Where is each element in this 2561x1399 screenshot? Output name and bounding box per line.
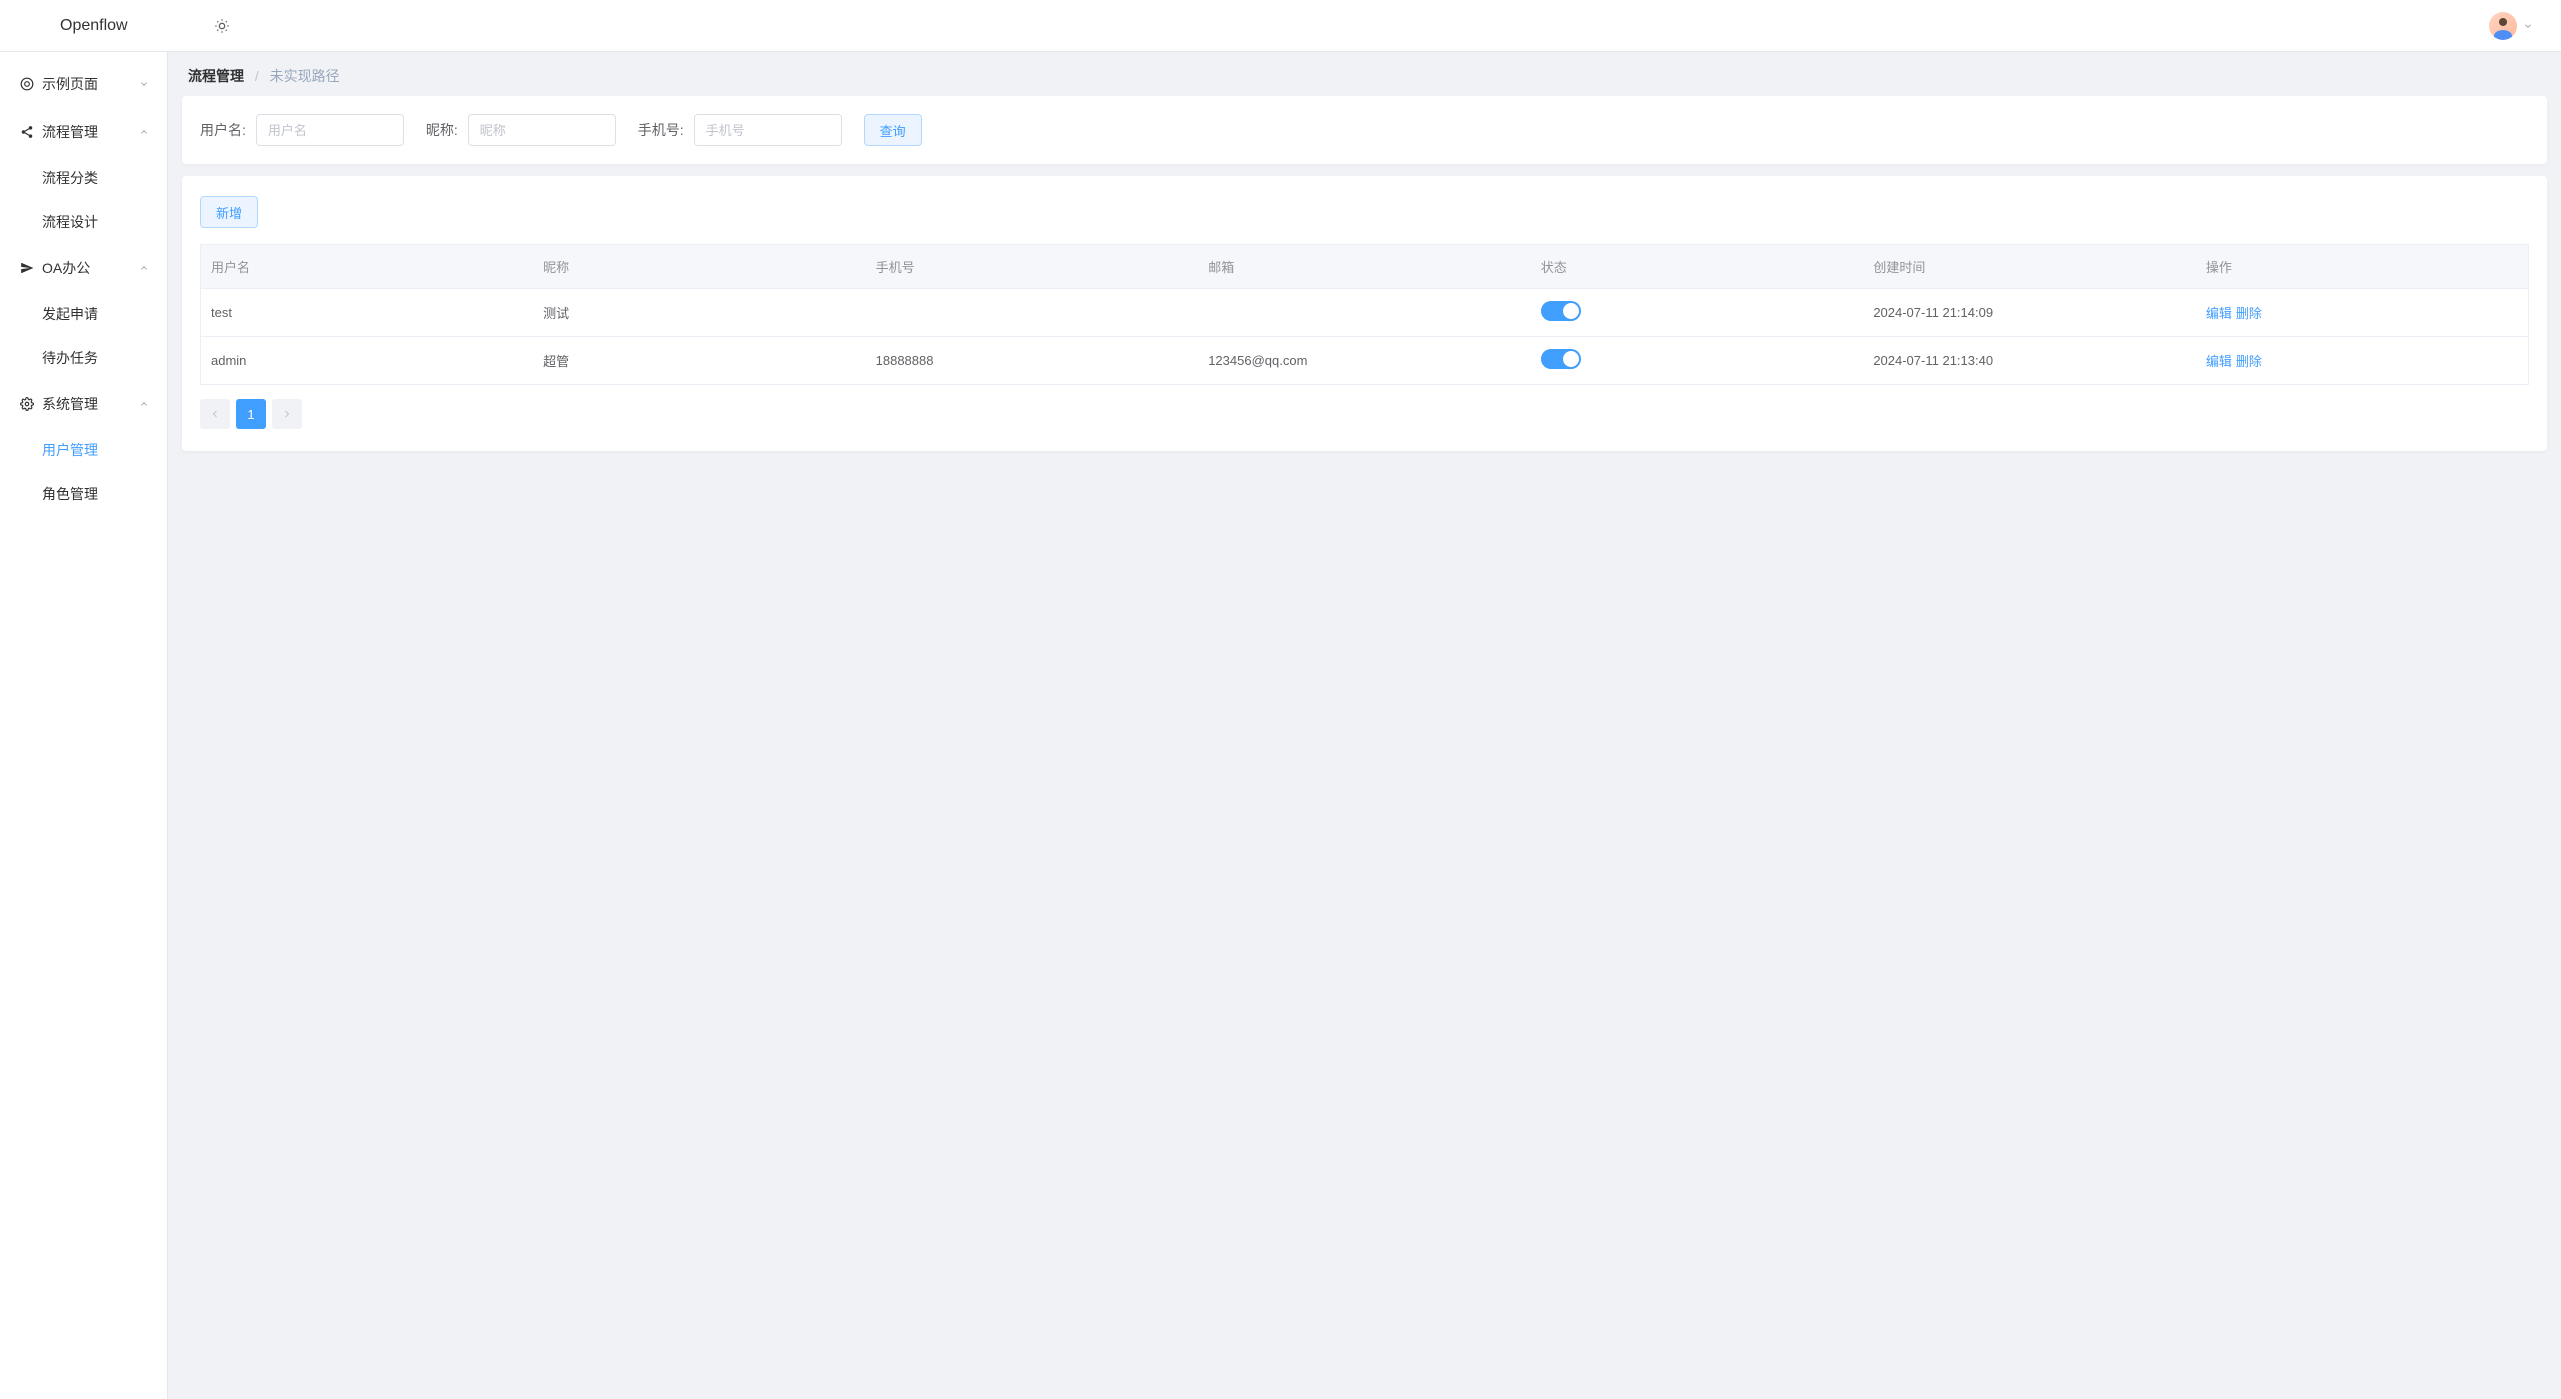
theme-toggle-button[interactable] xyxy=(208,12,236,40)
nickname-input[interactable] xyxy=(468,114,616,146)
cell-status xyxy=(1531,289,1864,337)
username-label: 用户名: xyxy=(200,120,246,140)
page-next-button[interactable] xyxy=(272,399,302,429)
col-phone: 手机号 xyxy=(866,245,1199,289)
nickname-label: 昵称: xyxy=(426,120,458,140)
table-panel: 新增 用户名 昵称 手机号 邮箱 状态 创建时间 操作 xyxy=(182,176,2547,451)
breadcrumb-separator: / xyxy=(255,68,259,84)
sidebar-item-label: 流程设计 xyxy=(42,212,98,232)
cell-status xyxy=(1531,337,1864,385)
cell-nickname: 测试 xyxy=(533,289,866,337)
form-item-nickname: 昵称: xyxy=(426,114,616,146)
sidebar-item-oa[interactable]: OA办公 xyxy=(0,244,167,292)
cell-actions: 编辑删除 xyxy=(2196,289,2529,337)
chevron-up-icon xyxy=(139,263,149,273)
cell-nickname: 超管 xyxy=(533,337,866,385)
breadcrumb: 流程管理 / 未实现路径 xyxy=(168,52,2561,96)
page-prev-button[interactable] xyxy=(200,399,230,429)
cell-phone xyxy=(866,289,1199,337)
col-status: 状态 xyxy=(1531,245,1864,289)
add-button[interactable]: 新增 xyxy=(200,196,258,228)
search-panel: 用户名: 昵称: 手机号: 查询 xyxy=(182,96,2547,164)
username-input[interactable] xyxy=(256,114,404,146)
sidebar-item-label: 示例页面 xyxy=(42,74,98,94)
table-row: admin超管18888888123456@qq.com 2024-07-11 2… xyxy=(201,337,2529,385)
col-nickname: 昵称 xyxy=(533,245,866,289)
col-actions: 操作 xyxy=(2196,245,2529,289)
sidebar-subitem-process-design[interactable]: 流程设计 xyxy=(0,200,167,244)
delete-button[interactable]: 删除 xyxy=(2236,306,2262,321)
sidebar-subitem-todo[interactable]: 待办任务 xyxy=(0,336,167,380)
pagination: 1 xyxy=(200,399,2529,429)
sidebar-subitem-process-category[interactable]: 流程分类 xyxy=(0,156,167,200)
avatar xyxy=(2489,12,2517,40)
cell-created: 2024-07-11 21:13:40 xyxy=(1863,337,2196,385)
form-item-username: 用户名: xyxy=(200,114,404,146)
share-icon xyxy=(18,123,36,141)
user-menu[interactable] xyxy=(2489,12,2541,40)
header: Openflow xyxy=(0,0,2561,52)
sidebar-item-label: 流程分类 xyxy=(42,168,98,188)
header-left: Openflow xyxy=(20,12,236,40)
sidebar-subitem-role-mgmt[interactable]: 角色管理 xyxy=(0,472,167,516)
chevron-down-icon xyxy=(2523,21,2533,31)
chevron-left-icon xyxy=(209,408,221,420)
life-ring-icon xyxy=(18,75,36,93)
cell-created: 2024-07-11 21:14:09 xyxy=(1863,289,2196,337)
sidebar-subitem-apply[interactable]: 发起申请 xyxy=(0,292,167,336)
col-email: 邮箱 xyxy=(1198,245,1531,289)
phone-label: 手机号: xyxy=(638,120,684,140)
app-logo: Openflow xyxy=(20,17,128,35)
cell-username: admin xyxy=(201,337,534,385)
table-header-row: 用户名 昵称 手机号 邮箱 状态 创建时间 操作 xyxy=(201,245,2529,289)
cell-username: test xyxy=(201,289,534,337)
sidebar-item-label: 角色管理 xyxy=(42,484,98,504)
table-toolbar: 新增 xyxy=(200,196,2529,228)
sidebar-item-label: 用户管理 xyxy=(42,440,98,460)
cell-email xyxy=(1198,289,1531,337)
sidebar: 示例页面 流程管理 流程分类 流程设计 xyxy=(0,52,168,1399)
edit-button[interactable]: 编辑 xyxy=(2206,354,2232,369)
col-created: 创建时间 xyxy=(1863,245,2196,289)
status-switch[interactable] xyxy=(1541,349,1581,369)
chevron-up-icon xyxy=(139,399,149,409)
cell-phone: 18888888 xyxy=(866,337,1199,385)
user-table: 用户名 昵称 手机号 邮箱 状态 创建时间 操作 test测试 2024-07-1… xyxy=(200,244,2529,385)
sidebar-item-label: 流程管理 xyxy=(42,122,98,142)
breadcrumb-current: 未实现路径 xyxy=(270,68,340,84)
sidebar-item-example[interactable]: 示例页面 xyxy=(0,60,167,108)
cell-email: 123456@qq.com xyxy=(1198,337,1531,385)
sun-icon xyxy=(214,18,230,34)
sidebar-item-system[interactable]: 系统管理 xyxy=(0,380,167,428)
sidebar-item-label: OA办公 xyxy=(42,258,90,278)
chevron-down-icon xyxy=(139,79,149,89)
table-row: test测试2024-07-11 21:14:09编辑删除 xyxy=(201,289,2529,337)
status-switch[interactable] xyxy=(1541,301,1581,321)
chevron-right-icon xyxy=(281,408,293,420)
edit-button[interactable]: 编辑 xyxy=(2206,306,2232,321)
paper-plane-icon xyxy=(18,259,36,277)
breadcrumb-root[interactable]: 流程管理 xyxy=(188,68,244,84)
sidebar-item-process[interactable]: 流程管理 xyxy=(0,108,167,156)
page-number-button[interactable]: 1 xyxy=(236,399,266,429)
chevron-up-icon xyxy=(139,127,149,137)
sidebar-item-label: 系统管理 xyxy=(42,394,98,414)
cell-actions: 编辑删除 xyxy=(2196,337,2529,385)
sidebar-subitem-user-mgmt[interactable]: 用户管理 xyxy=(0,428,167,472)
sidebar-item-label: 待办任务 xyxy=(42,348,98,368)
main-content: 流程管理 / 未实现路径 用户名: 昵称: 手机号: 查询 xyxy=(168,52,2561,1399)
col-username: 用户名 xyxy=(201,245,534,289)
gear-icon xyxy=(18,395,36,413)
form-item-phone: 手机号: xyxy=(638,114,842,146)
delete-button[interactable]: 删除 xyxy=(2236,354,2262,369)
phone-input[interactable] xyxy=(694,114,842,146)
query-button[interactable]: 查询 xyxy=(864,114,922,146)
sidebar-item-label: 发起申请 xyxy=(42,304,98,324)
